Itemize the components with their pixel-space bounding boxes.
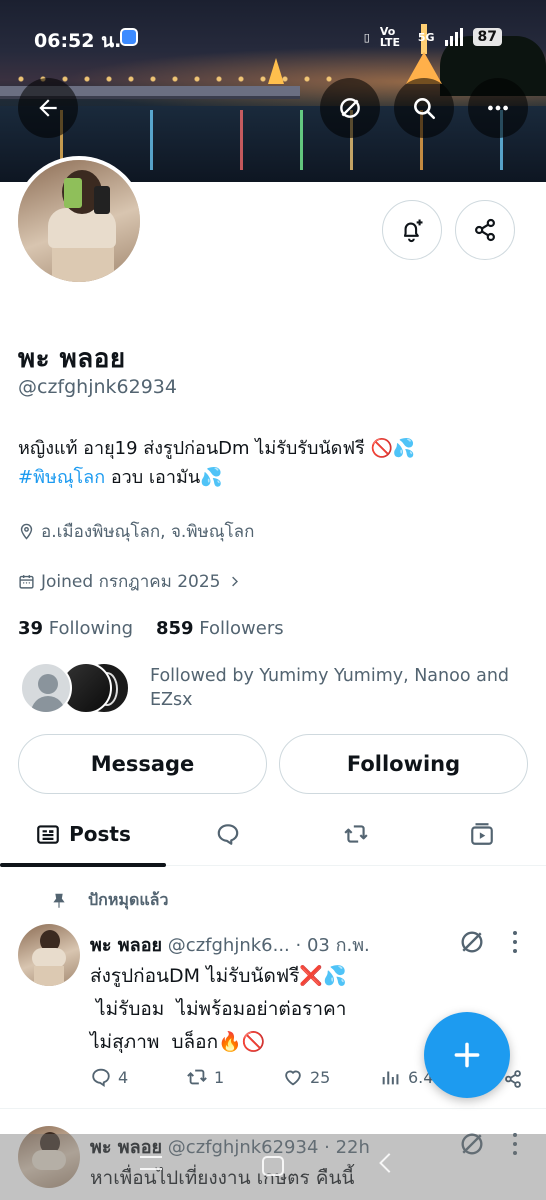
tab-media[interactable] (450, 802, 514, 866)
tab-posts[interactable]: Posts (0, 802, 166, 867)
following-button[interactable]: Following (279, 734, 528, 794)
retweet-icon (187, 1069, 207, 1085)
post-author-name[interactable]: พะ พลอย (90, 935, 162, 956)
followers-count: 859 (155, 618, 194, 639)
grok-icon[interactable] (458, 928, 486, 956)
reply-bubble-icon (217, 824, 239, 845)
notification-app-icon (120, 28, 138, 46)
signal-icon (444, 28, 463, 46)
post-author-handle[interactable]: @czfghjnk6... (168, 935, 290, 956)
follower-avatar (20, 662, 72, 714)
reply-count: 4 (118, 1067, 129, 1087)
back-arrow-icon (39, 99, 57, 117)
avatar-figure (52, 246, 114, 282)
bio-line: หญิงแท้ อายุ19 ส่งรูปก่อนDm ไม่รับรับนัด… (18, 438, 416, 459)
profile-bio: หญิงแท้ อายุ19 ส่งรูปก่อนDm ไม่รับรับนัด… (18, 434, 528, 492)
calendar-icon (19, 575, 34, 589)
tab-active-indicator (0, 863, 166, 867)
home-nav-icon[interactable] (262, 1156, 284, 1176)
status-time: 06:52 น. (34, 30, 122, 52)
like-button[interactable]: 25 (282, 1066, 330, 1088)
profile-tabs: Posts (0, 802, 546, 867)
profile-location: อ.เมืองพิษณุโลก, จ.พิษณุโลก (18, 518, 254, 545)
vibrate-icon: ▯ (363, 30, 370, 44)
profile-avatar[interactable] (14, 156, 144, 286)
volte-label: Vo LTE (379, 25, 401, 49)
profile-joined[interactable]: Joined กรกฎาคม 2025 (18, 568, 242, 595)
notifications-button[interactable] (382, 200, 442, 260)
post-more-button[interactable] (512, 931, 518, 953)
bio-hashtag[interactable]: #พิษณุโลก (18, 467, 105, 488)
user-handle: @czfghjnk62934 (18, 376, 177, 398)
heart-icon (285, 1070, 301, 1086)
more-button[interactable] (468, 78, 528, 138)
more-icon (488, 105, 508, 111)
post-header: พะ พลอย @czfghjnk6... · 03 ก.พ. (90, 930, 370, 959)
avatar-figure (48, 208, 116, 248)
post-avatar[interactable] (18, 924, 80, 986)
back-button[interactable] (18, 78, 78, 138)
post-text-line: ไม่สุภาพ บล็อก🔥🚫 (90, 1031, 266, 1053)
tab-reposts[interactable] (324, 802, 388, 866)
chevron-right-icon (231, 576, 238, 587)
avatar-figure (94, 186, 110, 214)
recents-nav-icon[interactable] (140, 1156, 162, 1170)
pin-icon (53, 893, 65, 908)
post-divider (0, 1108, 546, 1109)
followers-label: Followers (199, 618, 284, 639)
views-icon (382, 1071, 399, 1085)
location-pin-icon (20, 523, 33, 540)
banner-reflection (240, 110, 243, 170)
network-5g-label: 5G (417, 30, 435, 44)
message-button[interactable]: Message (18, 734, 267, 794)
search-button[interactable] (394, 78, 454, 138)
search-icon (414, 98, 436, 120)
post-text: ส่งรูปก่อนDM ไม่รับนัดฟรี❌💦 ไม่รับอม ไม่… (90, 960, 420, 1059)
following-label: Following (48, 618, 134, 639)
repost-button[interactable]: 1 (186, 1066, 224, 1088)
grok-icon (340, 98, 360, 118)
pinned-label: ปักหมุดแล้ว (88, 890, 169, 909)
banner-reflection (300, 110, 303, 170)
post-time[interactable]: · 03 ก.พ. (296, 935, 370, 956)
reply-bubble-icon (92, 1068, 110, 1087)
post-text-line: ส่งรูปก่อนDM ไม่รับนัดฟรี❌💦 (90, 965, 347, 987)
views-button[interactable]: 6.4 (380, 1066, 433, 1088)
pinned-indicator: ปักหมุดแล้ว (50, 888, 168, 913)
joined-text: Joined กรกฎาคม 2025 (41, 572, 221, 592)
share-profile-button[interactable] (455, 200, 515, 260)
following-link[interactable]: 39 Following (18, 618, 133, 639)
bio-line: #พิษณุโลก อวบ เอามัน💦 (18, 463, 528, 492)
follow-counts: 39 Following 859 Followers (18, 618, 284, 639)
avatar-figure (64, 178, 82, 208)
post-text-line: ไม่รับอม ไม่พร้อมอย่าต่อราคา (90, 998, 347, 1020)
display-name: พะ พลอย (18, 344, 126, 374)
followed-by-row[interactable]: Followed by Yumimy Yumimy, Nanoo and EZs… (20, 662, 540, 716)
bio-text: อวบ เอามัน💦 (105, 467, 223, 488)
bell-plus-icon (403, 219, 423, 243)
plus-icon (454, 1042, 480, 1068)
status-bar: 06:52 น. ▯ Vo LTE 5G 87 (0, 20, 546, 54)
followers-link[interactable]: 859 Followers (156, 618, 284, 639)
repost-count: 1 (214, 1067, 225, 1087)
followed-by-text: Followed by Yumimy Yumimy, Nanoo and EZs… (150, 666, 510, 710)
compose-post-button[interactable] (424, 1012, 510, 1098)
retweet-icon (344, 825, 368, 843)
posts-icon (37, 825, 59, 844)
grok-button[interactable] (320, 78, 380, 138)
location-text: อ.เมืองพิษณุโลก, จ.พิษณุโลก (41, 522, 255, 542)
status-right: ▯ Vo LTE 5G 87 (364, 26, 502, 48)
media-icon (471, 823, 493, 845)
share-icon (475, 218, 495, 242)
battery-indicator: 87 (472, 28, 502, 46)
reply-button[interactable]: 4 (90, 1066, 128, 1088)
tab-replies[interactable] (196, 802, 260, 866)
banner-reflection (150, 110, 153, 170)
like-count: 25 (310, 1067, 331, 1087)
tab-posts-label: Posts (69, 822, 131, 846)
following-count: 39 (18, 618, 44, 639)
